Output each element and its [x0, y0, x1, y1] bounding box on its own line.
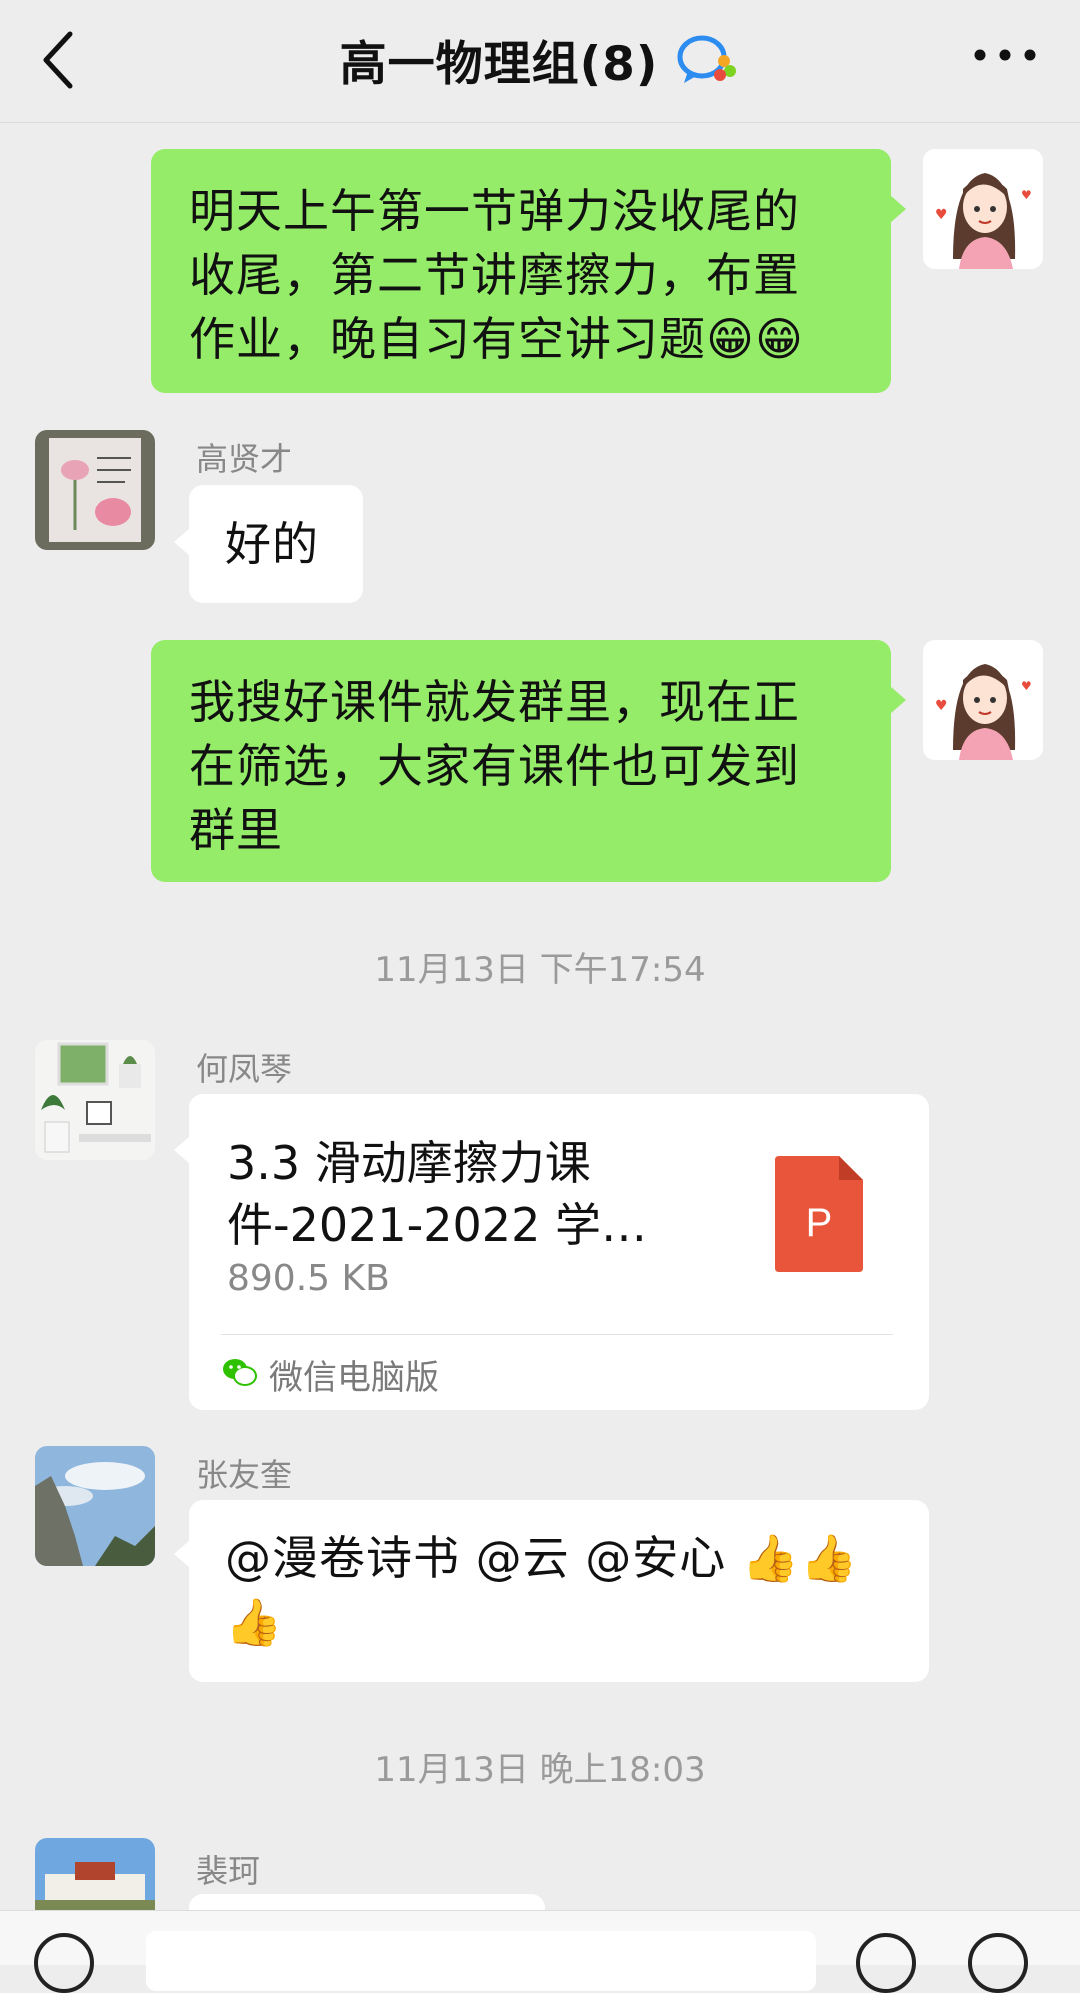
emoji-button[interactable]	[856, 1933, 916, 1993]
timestamp: 11月13日 下午17:54	[374, 950, 706, 990]
file-type-letter: P	[806, 1201, 833, 1245]
message-line: 在筛选，大家有课件也可发到	[189, 739, 800, 793]
message-bubble[interactable]	[189, 1894, 545, 1910]
chat-title: 高一物理组(8)	[339, 36, 659, 92]
message-line: 作业，晚自习有空讲习题😁😁	[189, 312, 804, 366]
wechat-icon	[223, 1359, 257, 1386]
add-button[interactable]	[968, 1933, 1028, 1993]
avatar-he-fengqin[interactable]	[35, 1040, 155, 1160]
bubble-tail	[174, 528, 190, 556]
bubble-tail	[174, 1136, 190, 1164]
svg-text:♥: ♥	[935, 698, 948, 714]
my-avatar[interactable]: ♥ ♥	[923, 149, 1043, 269]
svg-text:♥: ♥	[935, 207, 948, 223]
input-bar	[0, 1910, 1080, 1993]
message-bubble[interactable]: 我搜好课件就发群里，现在正 在筛选，大家有课件也可发到 群里	[151, 640, 891, 882]
message-input[interactable]	[146, 1931, 816, 1991]
file-name-line: 件-2021-2022 学…	[227, 1198, 647, 1252]
message-line: 收尾，第二节讲摩擦力，布置	[189, 248, 800, 302]
girl-avatar-icon: ♥ ♥	[923, 640, 1043, 760]
group-chat-icon	[677, 35, 737, 83]
file-size: 890.5 KB	[227, 1258, 390, 1299]
girl-avatar-icon: ♥ ♥	[923, 149, 1043, 269]
message-bubble[interactable]: 明天上午第一节弹力没收尾的 收尾，第二节讲摩擦力，布置 作业，晚自习有空讲习题😁…	[151, 149, 891, 393]
ppt-file-icon: P	[775, 1156, 863, 1272]
file-name-line: 3.3 滑动摩擦力课	[227, 1136, 591, 1190]
sender-name: 何凤琴	[196, 1050, 293, 1088]
bubble-tail	[174, 1540, 190, 1568]
divider	[221, 1334, 893, 1335]
flower-painting-avatar-icon	[35, 430, 155, 550]
svg-text:♥: ♥	[1021, 188, 1032, 202]
timestamp: 11月13日 晚上18:03	[374, 1750, 706, 1790]
message-bubble[interactable]: @漫卷诗书 @云 @安心 👍👍 👍	[189, 1500, 929, 1682]
more-dots-icon	[974, 49, 1036, 61]
file-message-card[interactable]: 3.3 滑动摩擦力课 件-2021-2022 学… 890.5 KB P 微信电…	[189, 1094, 929, 1410]
file-source-label: 微信电脑版	[269, 1358, 439, 1398]
bubble-tail	[890, 686, 906, 714]
message-line: 我搜好课件就发群里，现在正	[189, 675, 800, 729]
palace-avatar-icon	[35, 1838, 155, 1910]
my-avatar[interactable]: ♥ ♥	[923, 640, 1043, 760]
sender-name: 裴珂	[196, 1852, 261, 1890]
more-button[interactable]	[970, 40, 1040, 70]
message-line: @漫卷诗书 @云 @安心 👍👍	[225, 1531, 859, 1585]
message-line: 群里	[189, 803, 283, 857]
plants-avatar-icon	[35, 1040, 155, 1160]
bubble-tail	[890, 195, 906, 223]
voice-button[interactable]	[34, 1933, 94, 1993]
sender-name: 张友奎	[196, 1456, 293, 1494]
avatar-pei-ke[interactable]	[35, 1838, 155, 1910]
message-bubble[interactable]: 好的	[189, 485, 363, 603]
avatar-gao-xiancai[interactable]	[35, 430, 155, 550]
svg-text:♥: ♥	[1021, 679, 1032, 693]
chat-header: 高一物理组(8)	[0, 0, 1080, 123]
sender-name: 高贤才	[196, 440, 293, 478]
avatar-zhang-youkui[interactable]	[35, 1446, 155, 1566]
message-line: 好的	[225, 517, 319, 571]
message-line: 👍	[225, 1595, 284, 1649]
mountain-avatar-icon	[35, 1446, 155, 1566]
file-name: 3.3 滑动摩擦力课 件-2021-2022 学…	[227, 1132, 667, 1256]
message-line: 明天上午第一节弹力没收尾的	[189, 184, 800, 238]
